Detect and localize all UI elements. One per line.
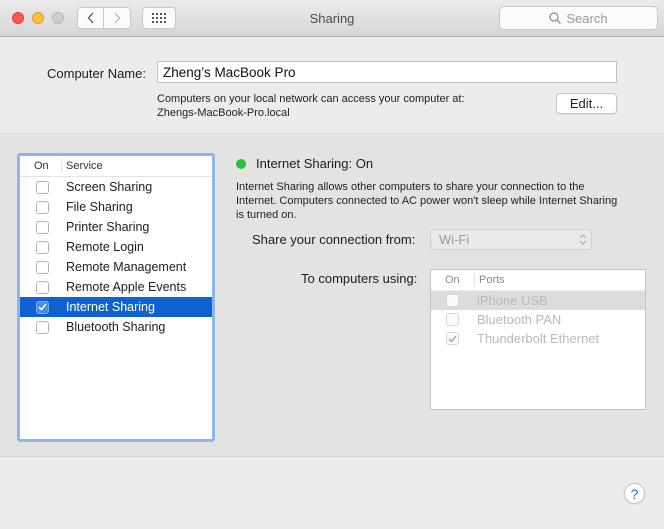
- service-checkbox[interactable]: [36, 180, 49, 194]
- service-label: Remote Apple Events: [66, 280, 187, 294]
- service-row[interactable]: Remote Login: [20, 237, 212, 257]
- computer-name-section: Computer Name: Zheng’s MacBook Pro Compu…: [0, 38, 664, 134]
- internet-sharing-status: Internet Sharing: On: [236, 156, 373, 171]
- service-row[interactable]: Bluetooth Sharing: [20, 317, 212, 337]
- port-label: iPhone USB: [477, 293, 548, 308]
- port-row: iPhone USB: [431, 291, 645, 310]
- service-label: Screen Sharing: [66, 180, 153, 194]
- service-label: Bluetooth Sharing: [66, 320, 166, 334]
- service-list: On Service Screen Sharing File Sharing Pri…: [17, 153, 215, 442]
- service-label: File Sharing: [66, 200, 133, 214]
- status-text: Internet Sharing: On: [256, 156, 374, 171]
- share-from-label: Share your connection from:: [252, 232, 416, 247]
- title-bar: Sharing Search: [0, 0, 664, 37]
- service-checkbox[interactable]: [36, 220, 49, 234]
- ports-list-header: On Ports: [431, 270, 645, 291]
- service-description: Internet Sharing allows other computers …: [236, 181, 618, 221]
- column-header-service[interactable]: Service: [62, 160, 103, 172]
- service-checkbox[interactable]: [36, 200, 49, 214]
- column-header-ports: Ports: [479, 274, 505, 286]
- service-row[interactable]: Remote Management: [20, 257, 212, 277]
- service-row[interactable]: Screen Sharing: [20, 177, 212, 197]
- column-header-port-on: On: [431, 273, 475, 287]
- service-row[interactable]: Internet Sharing: [20, 297, 212, 317]
- ports-list: On Ports iPhone USB Bluetooth PAN Thunderb…: [430, 269, 646, 410]
- service-row[interactable]: Remote Apple Events: [20, 277, 212, 297]
- checkmark-icon: [448, 335, 457, 342]
- edit-hostname-button[interactable]: Edit...: [556, 93, 617, 114]
- share-from-value: Wi-Fi: [439, 232, 470, 247]
- help-button[interactable]: ?: [624, 483, 645, 504]
- port-row: Thunderbolt Ethernet: [431, 329, 645, 348]
- service-label: Remote Login: [66, 240, 144, 254]
- service-checkbox[interactable]: [36, 240, 49, 254]
- service-row[interactable]: Printer Sharing: [20, 217, 212, 237]
- service-label: Internet Sharing: [66, 300, 155, 314]
- local-hostname: Zhengs-MacBook-Pro.local: [157, 107, 290, 119]
- port-checkbox: [446, 332, 459, 345]
- service-row[interactable]: File Sharing: [20, 197, 212, 217]
- service-label: Printer Sharing: [66, 220, 150, 234]
- service-checkbox[interactable]: [36, 280, 49, 294]
- updown-arrows-icon: [579, 234, 587, 245]
- port-row: Bluetooth PAN: [431, 310, 645, 329]
- service-checkbox[interactable]: [36, 300, 49, 314]
- service-checkbox[interactable]: [36, 260, 49, 274]
- share-from-select[interactable]: Wi-Fi: [430, 229, 592, 250]
- port-checkbox: [446, 313, 459, 326]
- local-address-note: Computers on your local network can acce…: [157, 92, 465, 120]
- service-label: Remote Management: [66, 260, 187, 274]
- service-checkbox[interactable]: [36, 320, 49, 334]
- search-field[interactable]: Search: [499, 6, 658, 30]
- computer-name-label: Computer Name:: [47, 66, 146, 81]
- to-computers-label: To computers using:: [301, 271, 418, 286]
- port-label: Thunderbolt Ethernet: [477, 331, 600, 346]
- checkmark-icon: [38, 303, 47, 311]
- port-label: Bluetooth PAN: [477, 312, 562, 327]
- service-list-header: On Service: [20, 156, 212, 177]
- column-header-on[interactable]: On: [20, 159, 62, 173]
- status-indicator-icon: [236, 158, 246, 169]
- sharing-main-section: On Service Screen Sharing File Sharing Pri…: [0, 135, 664, 457]
- magnifier-icon: [549, 12, 562, 24]
- port-checkbox: [446, 294, 459, 307]
- local-address-note-text: Computers on your local network can acce…: [157, 93, 465, 105]
- computer-name-input[interactable]: Zheng’s MacBook Pro: [157, 61, 617, 83]
- search-placeholder: Search: [566, 10, 608, 26]
